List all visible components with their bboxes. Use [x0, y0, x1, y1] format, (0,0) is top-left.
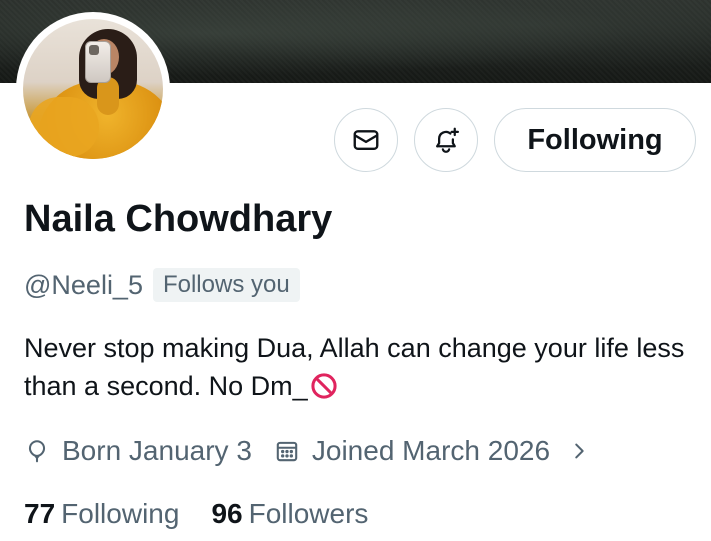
profile-meta: Born January 3 Joined March 2026	[24, 432, 590, 470]
followers-label: Followers	[248, 498, 369, 529]
notifications-button[interactable]	[414, 108, 478, 172]
avatar-photo	[23, 19, 163, 159]
calendar-icon	[276, 441, 298, 462]
birthday-text: Born January 3	[62, 435, 252, 466]
following-stat[interactable]: 77 Following	[24, 498, 179, 530]
profile-stats: 77 Following 96 Followers	[24, 495, 400, 533]
envelope-icon	[353, 130, 379, 150]
joined-text: Joined March 2026	[311, 435, 551, 466]
avatar[interactable]	[16, 12, 170, 166]
chevron-right-icon[interactable]	[568, 440, 590, 462]
no-entry-emoji-icon	[311, 373, 337, 399]
profile-name: Naila Chowdhary	[24, 198, 333, 240]
bio-text: Never stop making Dua, Allah can change …	[24, 333, 685, 401]
follows-you-badge: Follows you	[152, 268, 300, 302]
following-button[interactable]: Following	[494, 108, 696, 172]
balloon-icon	[28, 440, 46, 463]
following-count: 77	[24, 498, 56, 529]
following-label: Following	[61, 498, 180, 529]
profile-handle: @Neeli_5	[24, 269, 143, 300]
profile-bio: Never stop making Dua, Allah can change …	[24, 329, 694, 405]
followers-count: 96	[211, 498, 243, 529]
joined-item[interactable]: Joined March 2026	[274, 435, 550, 467]
birthday-item: Born January 3	[24, 435, 252, 467]
bell-plus-icon	[436, 127, 459, 153]
handle-row: @Neeli_5 Follows you	[24, 267, 300, 303]
followers-stat[interactable]: 96 Followers	[211, 498, 368, 530]
message-button[interactable]	[334, 108, 398, 172]
